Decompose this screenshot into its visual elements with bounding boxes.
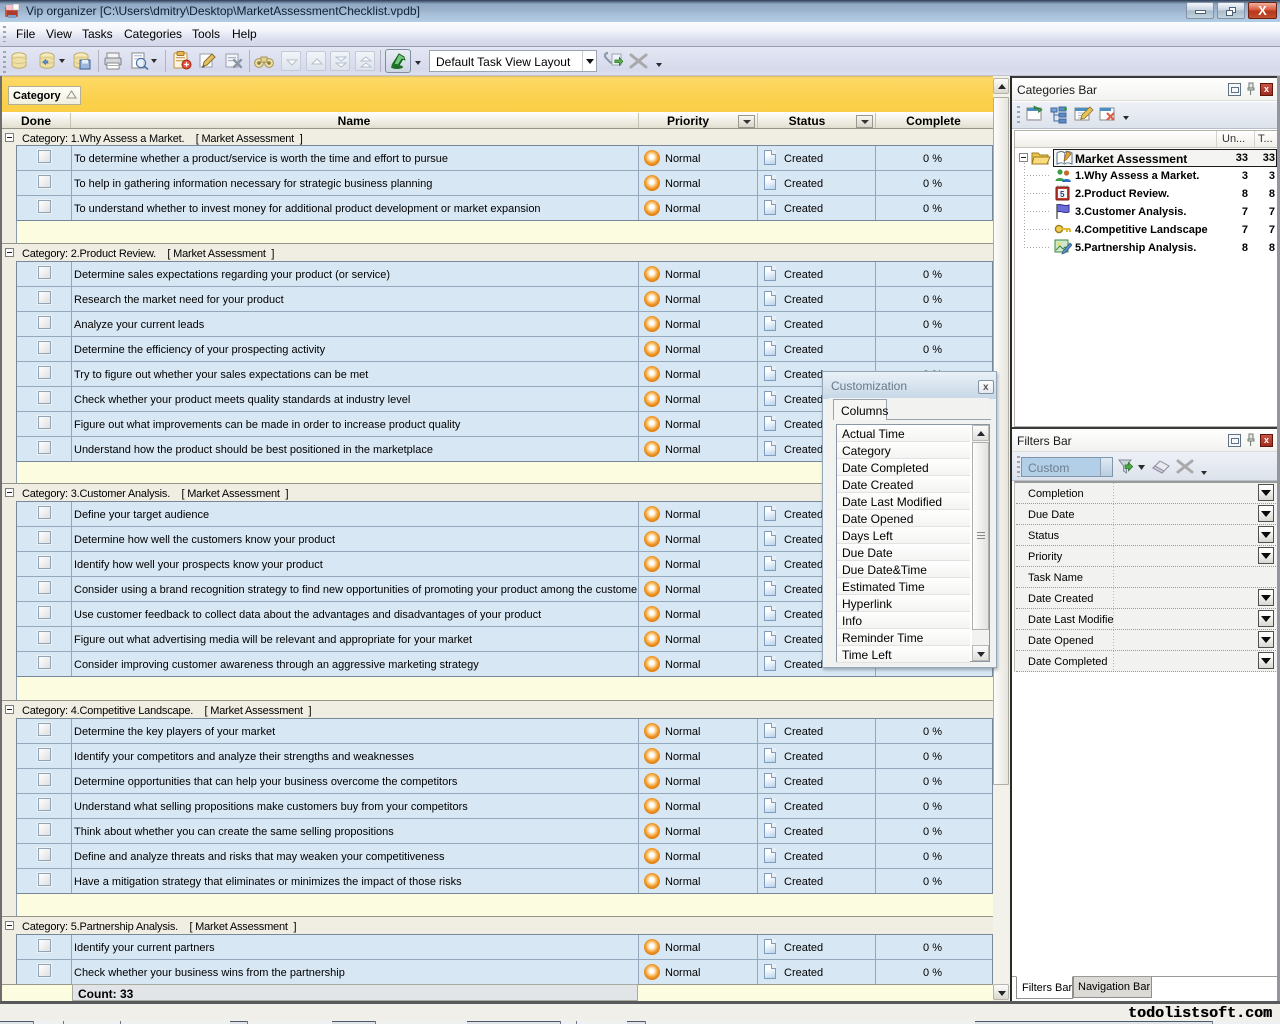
svg-text:5: 5 bbox=[1060, 190, 1065, 199]
